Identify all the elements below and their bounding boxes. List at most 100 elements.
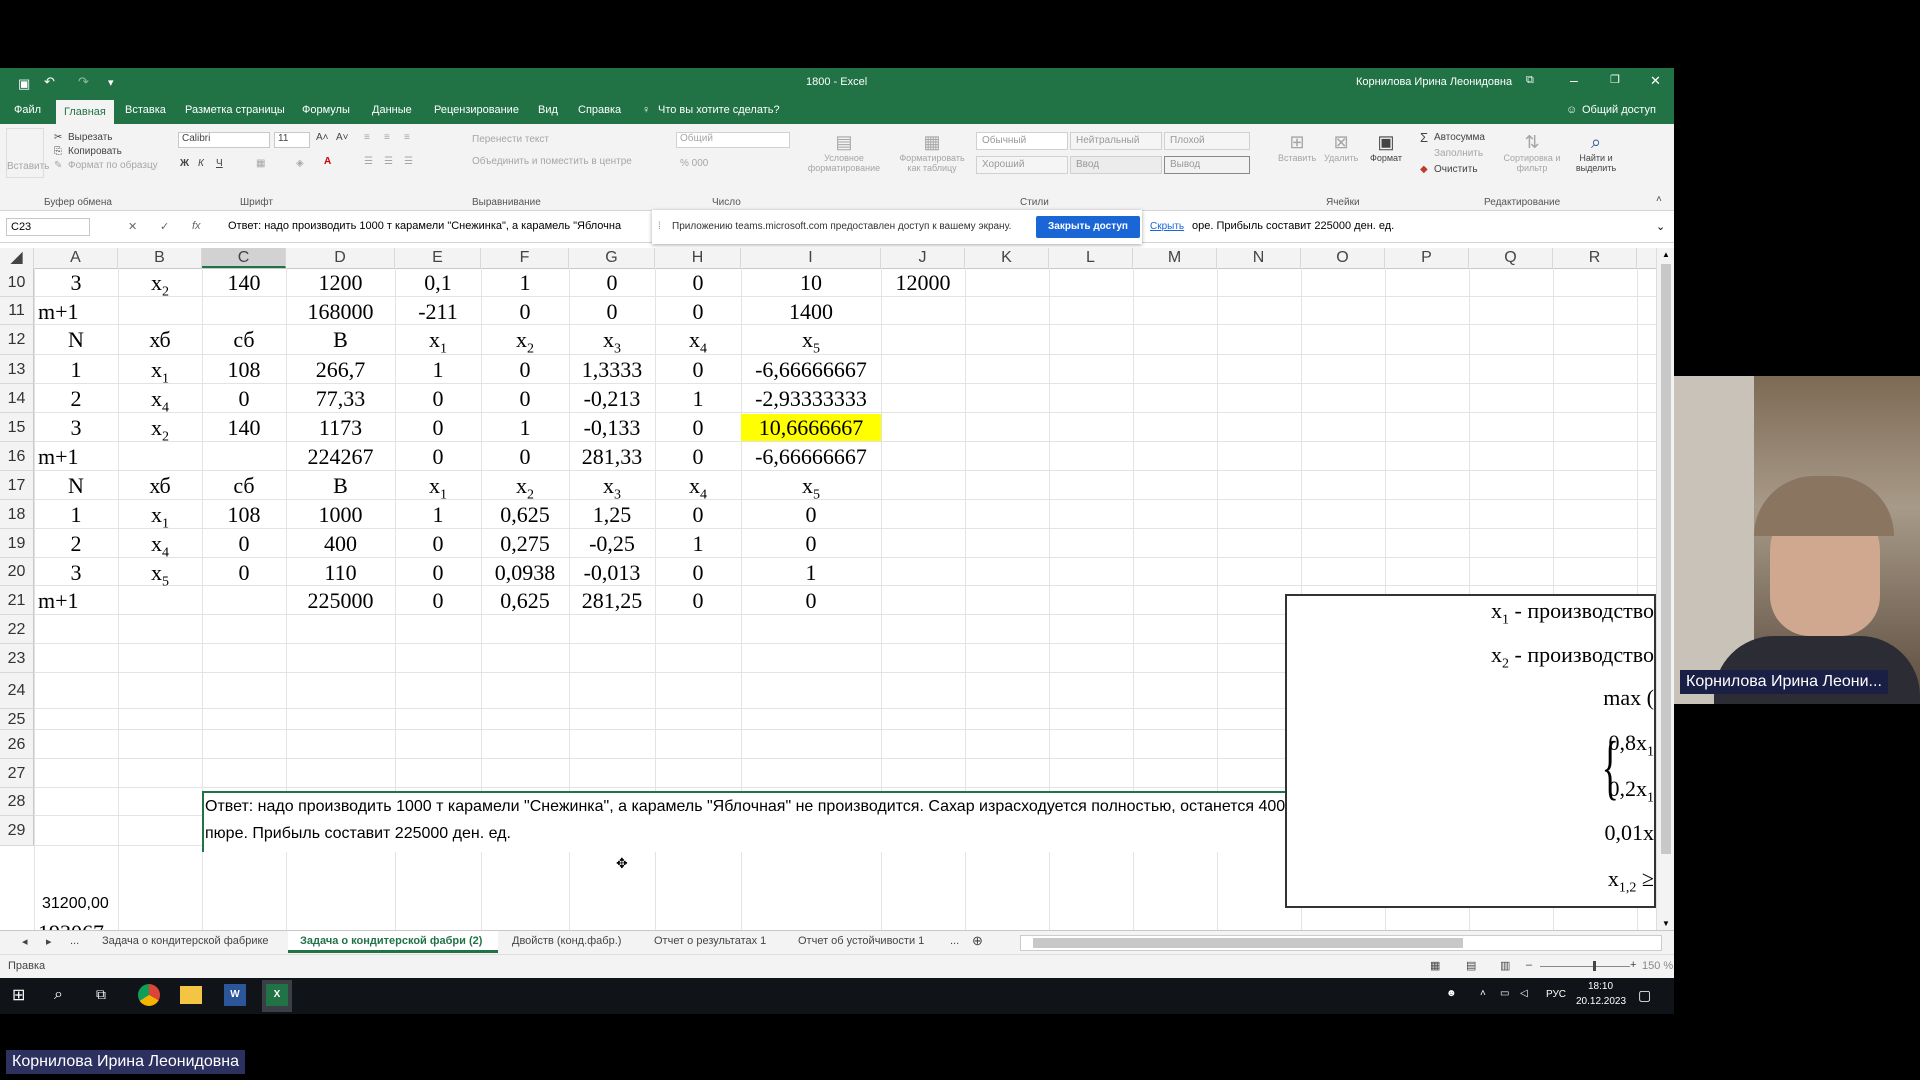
- column-header-g[interactable]: G: [569, 248, 655, 268]
- clock-time[interactable]: 18:10: [1588, 981, 1613, 992]
- cut-button[interactable]: Вырезать: [68, 132, 112, 143]
- cell-f15[interactable]: 1: [481, 415, 569, 441]
- row-header-15[interactable]: 15: [0, 413, 34, 442]
- enter-icon[interactable]: ✓: [160, 220, 169, 233]
- clear-button[interactable]: Очистить: [1434, 164, 1478, 175]
- network-icon[interactable]: ▭: [1500, 988, 1509, 999]
- vertical-scrollbar[interactable]: ▲ ▼: [1656, 248, 1674, 930]
- cell-h12[interactable]: x4: [655, 327, 741, 357]
- column-header-r[interactable]: R: [1553, 248, 1637, 268]
- borders-icon[interactable]: ▦: [256, 158, 265, 169]
- cancel-icon[interactable]: ✕: [128, 220, 137, 233]
- cell-d12[interactable]: B: [286, 327, 395, 353]
- row-header-24[interactable]: 24: [0, 673, 34, 709]
- find-select-button[interactable]: ⌕ Найти и выделить: [1566, 132, 1626, 173]
- tab-view[interactable]: Вид: [538, 104, 558, 116]
- cell-h10[interactable]: 0: [655, 270, 741, 296]
- cell-d13[interactable]: 266,7: [286, 357, 395, 383]
- chrome-icon[interactable]: [138, 984, 160, 1006]
- fill-color-icon[interactable]: ◈: [296, 158, 304, 169]
- cell-e20[interactable]: 0: [395, 560, 481, 586]
- align-center-icon[interactable]: ☰: [384, 156, 393, 167]
- align-left-icon[interactable]: ☰: [364, 156, 373, 167]
- column-header-c[interactable]: C: [202, 248, 286, 268]
- autosum-button[interactable]: Автосумма: [1434, 132, 1485, 143]
- quick-access-menu-icon[interactable]: ▾: [108, 76, 114, 89]
- scroll-up-icon[interactable]: ▲: [1662, 250, 1670, 259]
- align-bottom-icon[interactable]: ≡: [404, 132, 410, 143]
- italic-icon[interactable]: К: [198, 158, 204, 169]
- cell-i19[interactable]: 0: [741, 531, 881, 557]
- cell-e11[interactable]: -211: [395, 299, 481, 325]
- cell-d17[interactable]: B: [286, 473, 395, 499]
- tab-help[interactable]: Справка: [578, 104, 621, 116]
- cell-f16[interactable]: 0: [481, 444, 569, 470]
- ribbon-display-icon[interactable]: ⧉: [1526, 74, 1534, 87]
- tab-page-layout[interactable]: Разметка страницы: [185, 104, 285, 116]
- column-header-q[interactable]: Q: [1469, 248, 1553, 268]
- row-header-26[interactable]: 26: [0, 730, 34, 759]
- normal-view-icon[interactable]: ▦: [1430, 959, 1440, 972]
- prev-sheet-icon[interactable]: ◂: [22, 935, 28, 948]
- cell-g13[interactable]: 1,3333: [569, 357, 655, 383]
- cell-i20[interactable]: 1: [741, 560, 881, 586]
- cell-j10[interactable]: 12000: [881, 270, 965, 296]
- cell-a17[interactable]: N: [34, 473, 118, 499]
- clock-date[interactable]: 20.12.2023: [1576, 996, 1626, 1007]
- excel-icon[interactable]: X: [266, 984, 288, 1006]
- sheet-tab-2-active[interactable]: Задача о кондитерской фабри (2): [288, 931, 498, 953]
- style-output[interactable]: Вывод: [1164, 156, 1250, 174]
- bold-icon[interactable]: Ж: [180, 158, 189, 169]
- cell-h18[interactable]: 0: [655, 502, 741, 528]
- cell-c14[interactable]: 0: [202, 386, 286, 412]
- cell-a13[interactable]: 1: [34, 357, 118, 383]
- tab-data[interactable]: Данные: [372, 104, 412, 116]
- cell-b12[interactable]: хб: [118, 327, 202, 353]
- shrink-font-icon[interactable]: A˅: [336, 132, 349, 143]
- cell-a11[interactable]: m+1: [38, 299, 122, 325]
- cell-d21[interactable]: 225000: [286, 588, 395, 614]
- sort-filter-button[interactable]: ⇅ Сортировка и фильтр: [1500, 132, 1564, 173]
- column-header-p[interactable]: P: [1385, 248, 1469, 268]
- cell-h21[interactable]: 0: [655, 588, 741, 614]
- tab-file[interactable]: Файл: [14, 104, 41, 116]
- cell-f18[interactable]: 0,625: [481, 502, 569, 528]
- column-header-h[interactable]: H: [655, 248, 741, 268]
- collapse-ribbon-icon[interactable]: ˄: [1656, 194, 1662, 205]
- cell-h16[interactable]: 0: [655, 444, 741, 470]
- column-header-i[interactable]: I: [741, 248, 881, 268]
- cell-i11[interactable]: 1400: [741, 299, 881, 325]
- cell-g20[interactable]: -0,013: [569, 560, 655, 586]
- search-icon[interactable]: ⌕: [54, 986, 63, 1004]
- zoom-in-icon[interactable]: +: [1630, 959, 1636, 971]
- horizontal-scrollbar[interactable]: [1020, 935, 1662, 951]
- sheet-tab-5[interactable]: Отчет об устойчивости 1: [798, 935, 924, 947]
- cell-h20[interactable]: 0: [655, 560, 741, 586]
- align-middle-icon[interactable]: ≡: [384, 132, 390, 143]
- worksheet-grid[interactable]: 10 11 12 13 14 15 16 17 18 19 20 21 22 23 24 25 26 27 28 29…: [0, 268, 1656, 930]
- cell-f11[interactable]: 0: [481, 299, 569, 325]
- cell-h13[interactable]: 0: [655, 357, 741, 383]
- row-header-18[interactable]: 18: [0, 500, 34, 529]
- cell-d16[interactable]: 224267: [286, 444, 395, 470]
- cell-f20[interactable]: 0,0938: [481, 560, 569, 586]
- cell-f12[interactable]: x2: [481, 327, 569, 357]
- tray-up-icon[interactable]: ˄: [1480, 988, 1486, 999]
- cell-d19[interactable]: 400: [286, 531, 395, 557]
- cell-a18[interactable]: 1: [34, 502, 118, 528]
- vertical-scroll-thumb[interactable]: [1661, 264, 1671, 854]
- grow-font-icon[interactable]: A˄: [316, 132, 329, 143]
- horizontal-scroll-thumb[interactable]: [1033, 938, 1463, 948]
- sheet-tab-1[interactable]: Задача о кондитерской фабрике: [102, 935, 269, 947]
- cell-a14[interactable]: 2: [34, 386, 118, 412]
- cell-b14[interactable]: x4: [118, 386, 202, 416]
- format-painter-button[interactable]: Формат по образцу: [68, 160, 158, 171]
- cell-a20[interactable]: 3: [34, 560, 118, 586]
- tell-me-search[interactable]: Что вы хотите сделать?: [658, 104, 780, 116]
- cell-e15[interactable]: 0: [395, 415, 481, 441]
- percent-icon[interactable]: % 000: [680, 158, 708, 169]
- row-header-29[interactable]: 29: [0, 816, 34, 846]
- cell-a19[interactable]: 2: [34, 531, 118, 557]
- row-header-10[interactable]: 10: [0, 268, 34, 297]
- cell-e10[interactable]: 0,1: [395, 270, 481, 296]
